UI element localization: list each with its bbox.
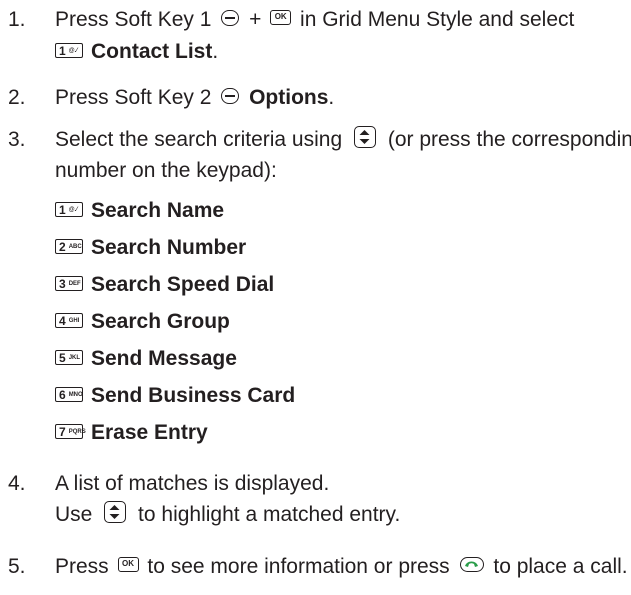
key-letters: ABC xyxy=(68,243,82,250)
option-search-speed-dial: 3 DEF Search Speed Dial xyxy=(55,273,274,297)
options-label: Options xyxy=(249,86,329,109)
keypad-1-icon: 1 @.⁄ xyxy=(55,201,83,217)
option-label: Erase Entry xyxy=(91,421,208,444)
keypad-7-icon: 7 PQRS xyxy=(55,423,86,439)
step-text: Select the search criteria using (or pre… xyxy=(55,126,631,152)
key-digit: 3 xyxy=(59,276,66,291)
step-number: 4. xyxy=(8,472,26,495)
option-label: Search Group xyxy=(91,310,230,333)
key-digit: 7 xyxy=(59,424,66,439)
send-key-icon xyxy=(459,556,484,572)
option-send-message: 5 JKL Send Message xyxy=(55,347,237,371)
navigation-key-icon xyxy=(353,126,376,149)
step-text: A list of matches is displayed. xyxy=(55,472,330,495)
option-label: Send Message xyxy=(91,347,237,370)
text-fragment: to place a call. xyxy=(493,555,628,578)
step-number: 5. xyxy=(8,555,26,578)
text-fragment: . xyxy=(328,86,335,109)
soft-key-1-icon xyxy=(221,10,240,27)
contact-list-label: Contact List xyxy=(91,40,213,63)
keypad-3-icon: 3 DEF xyxy=(55,275,83,291)
text-fragment: in Grid Menu Style and select xyxy=(300,8,575,31)
key-letters: JKL xyxy=(68,354,81,361)
key-letters: MNO xyxy=(68,391,83,398)
step-text: Press Soft Key 1 + OK in Grid Menu Style… xyxy=(55,8,574,32)
ok-key-icon: OK xyxy=(270,9,292,25)
keypad-4-icon: 4 GHI xyxy=(55,312,83,328)
option-label: Search Name xyxy=(91,199,225,222)
option-search-name: 1 @.⁄ Search Name xyxy=(55,199,224,223)
option-search-number: 2 ABC Search Number xyxy=(55,236,246,260)
text-fragment: . xyxy=(212,40,219,63)
step-number: 1. xyxy=(8,8,26,31)
text-fragment: to see more information or press xyxy=(147,555,450,578)
keypad-2-icon: 2 ABC xyxy=(55,238,83,254)
step-text: Press OK to see more information or pres… xyxy=(55,555,628,579)
key-letters: PQRS xyxy=(68,428,86,435)
text-fragment: Press Soft Key 2 xyxy=(55,86,212,109)
step-text-line-2: Use to highlight a matched entry. xyxy=(55,501,401,527)
option-label: Search Speed Dial xyxy=(91,273,275,296)
option-search-group: 4 GHI Search Group xyxy=(55,310,230,334)
key-digit: 1 xyxy=(59,43,66,58)
key-letters: DEF xyxy=(68,280,81,287)
text-fragment: Use xyxy=(55,503,93,526)
option-erase-entry: 7 PQRS Erase Entry xyxy=(55,421,208,445)
text-fragment: Select the search criteria using xyxy=(55,128,343,151)
step-number: 3. xyxy=(8,128,26,151)
key-digit: 6 xyxy=(59,387,66,402)
key-letters: @.⁄ xyxy=(68,206,78,213)
option-send-business-card: 6 MNO Send Business Card xyxy=(55,384,295,408)
text-fragment: Press Soft Key 1 xyxy=(55,8,212,31)
text-fragment: (or press the corresponding xyxy=(387,128,631,151)
step-number: 2. xyxy=(8,86,26,109)
option-label: Send Business Card xyxy=(91,384,296,407)
keypad-5-icon: 5 JKL xyxy=(55,349,83,365)
option-label: Search Number xyxy=(91,236,247,259)
key-digit: 4 xyxy=(59,313,66,328)
text-fragment: to highlight a matched entry. xyxy=(138,503,401,526)
step-text: Press Soft Key 2 Options. xyxy=(55,86,334,110)
text-fragment: Press xyxy=(55,555,109,578)
soft-key-2-icon xyxy=(221,88,240,105)
key-digit: 1 xyxy=(59,202,66,217)
step-text-line-2: 1 @.⁄ Contact List. xyxy=(55,40,218,64)
key-digit: 5 xyxy=(59,350,66,365)
navigation-key-icon xyxy=(104,501,127,524)
ok-key-icon: OK xyxy=(117,556,139,572)
key-digit: 2 xyxy=(59,239,66,254)
keypad-1-icon: 1 @.⁄ xyxy=(55,42,83,58)
keypad-6-icon: 6 MNO xyxy=(55,386,83,402)
key-letters: GHI xyxy=(68,317,80,324)
step-text-line-2: number on the keypad): xyxy=(55,159,277,182)
text-fragment: + xyxy=(249,8,262,31)
